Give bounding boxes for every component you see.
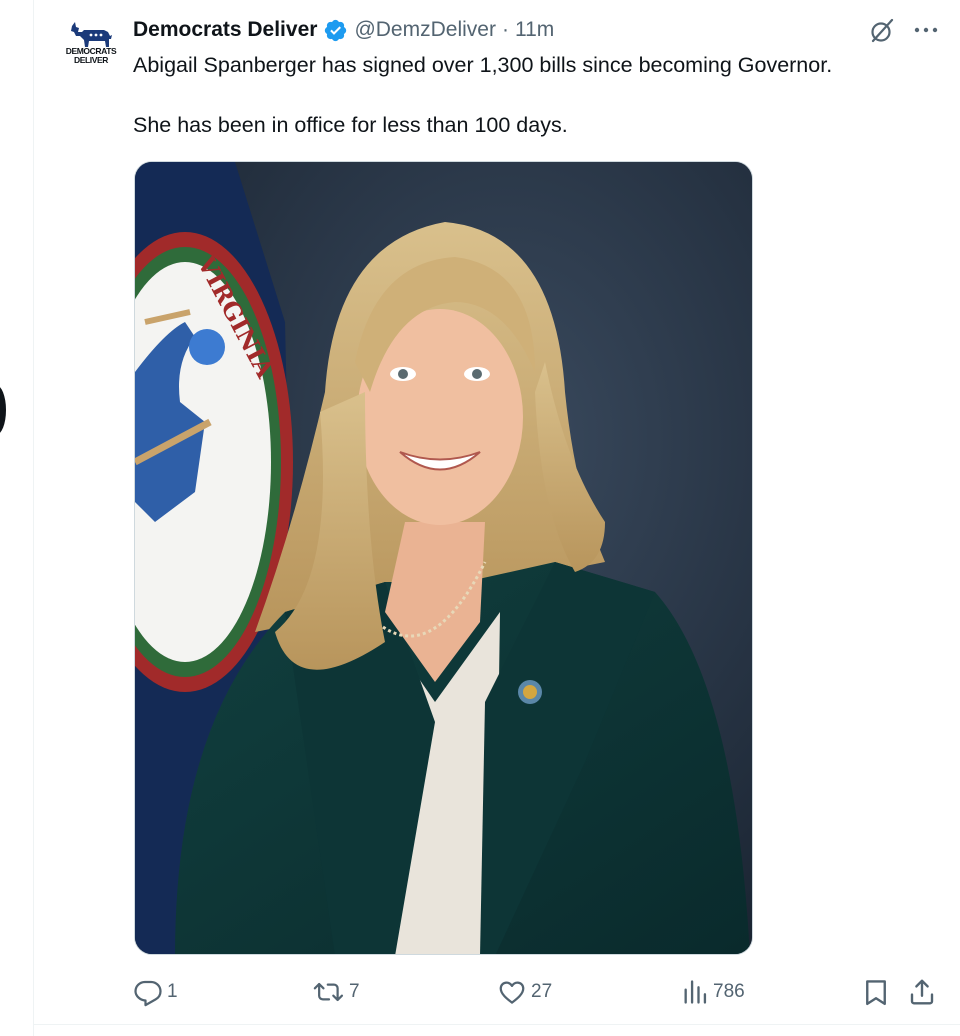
reply-icon xyxy=(134,980,162,1007)
scroll-handle[interactable] xyxy=(0,385,6,435)
share-icon xyxy=(910,979,934,1005)
tweet-actions: 1 7 27 786 xyxy=(133,975,943,1009)
share-button[interactable] xyxy=(907,975,937,1009)
repost-icon xyxy=(313,982,344,1002)
tweet-text-paragraph-1: Abigail Spanberger has signed over 1,300… xyxy=(133,53,833,77)
repost-count: 7 xyxy=(349,981,360,1002)
tweet-photo[interactable]: VIRGINIA xyxy=(134,161,753,955)
tweet-header: Democrats Deliver @DemzDeliver · 11m xyxy=(133,15,554,45)
tweet-divider xyxy=(33,1024,960,1025)
like-button[interactable]: 27 xyxy=(497,975,552,1009)
avatar-logo-line-2: DELIVER xyxy=(73,55,109,65)
tweet-text-paragraph-2: She has been in office for less than 100… xyxy=(133,113,568,137)
tweet-timestamp[interactable]: 11m xyxy=(515,18,554,42)
avatar-logo-text: DEMOCRATS DELIVER xyxy=(64,47,118,65)
verified-badge-icon[interactable] xyxy=(323,18,348,43)
portrait-image: VIRGINIA xyxy=(135,162,752,954)
timeline-divider xyxy=(33,0,34,1036)
views-button[interactable]: 786 xyxy=(681,975,745,1009)
more-icon[interactable] xyxy=(911,18,941,42)
repost-button[interactable]: 7 xyxy=(313,975,360,1009)
tweet-text: Abigail Spanberger has signed over 1,300… xyxy=(133,50,933,140)
bookmark-button[interactable] xyxy=(861,975,891,1009)
reply-button[interactable]: 1 xyxy=(133,975,178,1009)
grok-icon[interactable] xyxy=(868,17,896,45)
author-display-name[interactable]: Democrats Deliver xyxy=(133,18,317,42)
like-icon xyxy=(499,981,525,1004)
views-icon xyxy=(684,980,707,1004)
like-count: 27 xyxy=(531,981,553,1002)
author-avatar[interactable]: DEMOCRATS DELIVER xyxy=(64,20,118,74)
author-handle[interactable]: @DemzDeliver xyxy=(354,18,496,42)
reply-count: 1 xyxy=(167,981,178,1002)
views-count: 786 xyxy=(713,981,745,1002)
header-separator: · xyxy=(501,18,509,41)
bookmark-icon xyxy=(866,980,886,1006)
